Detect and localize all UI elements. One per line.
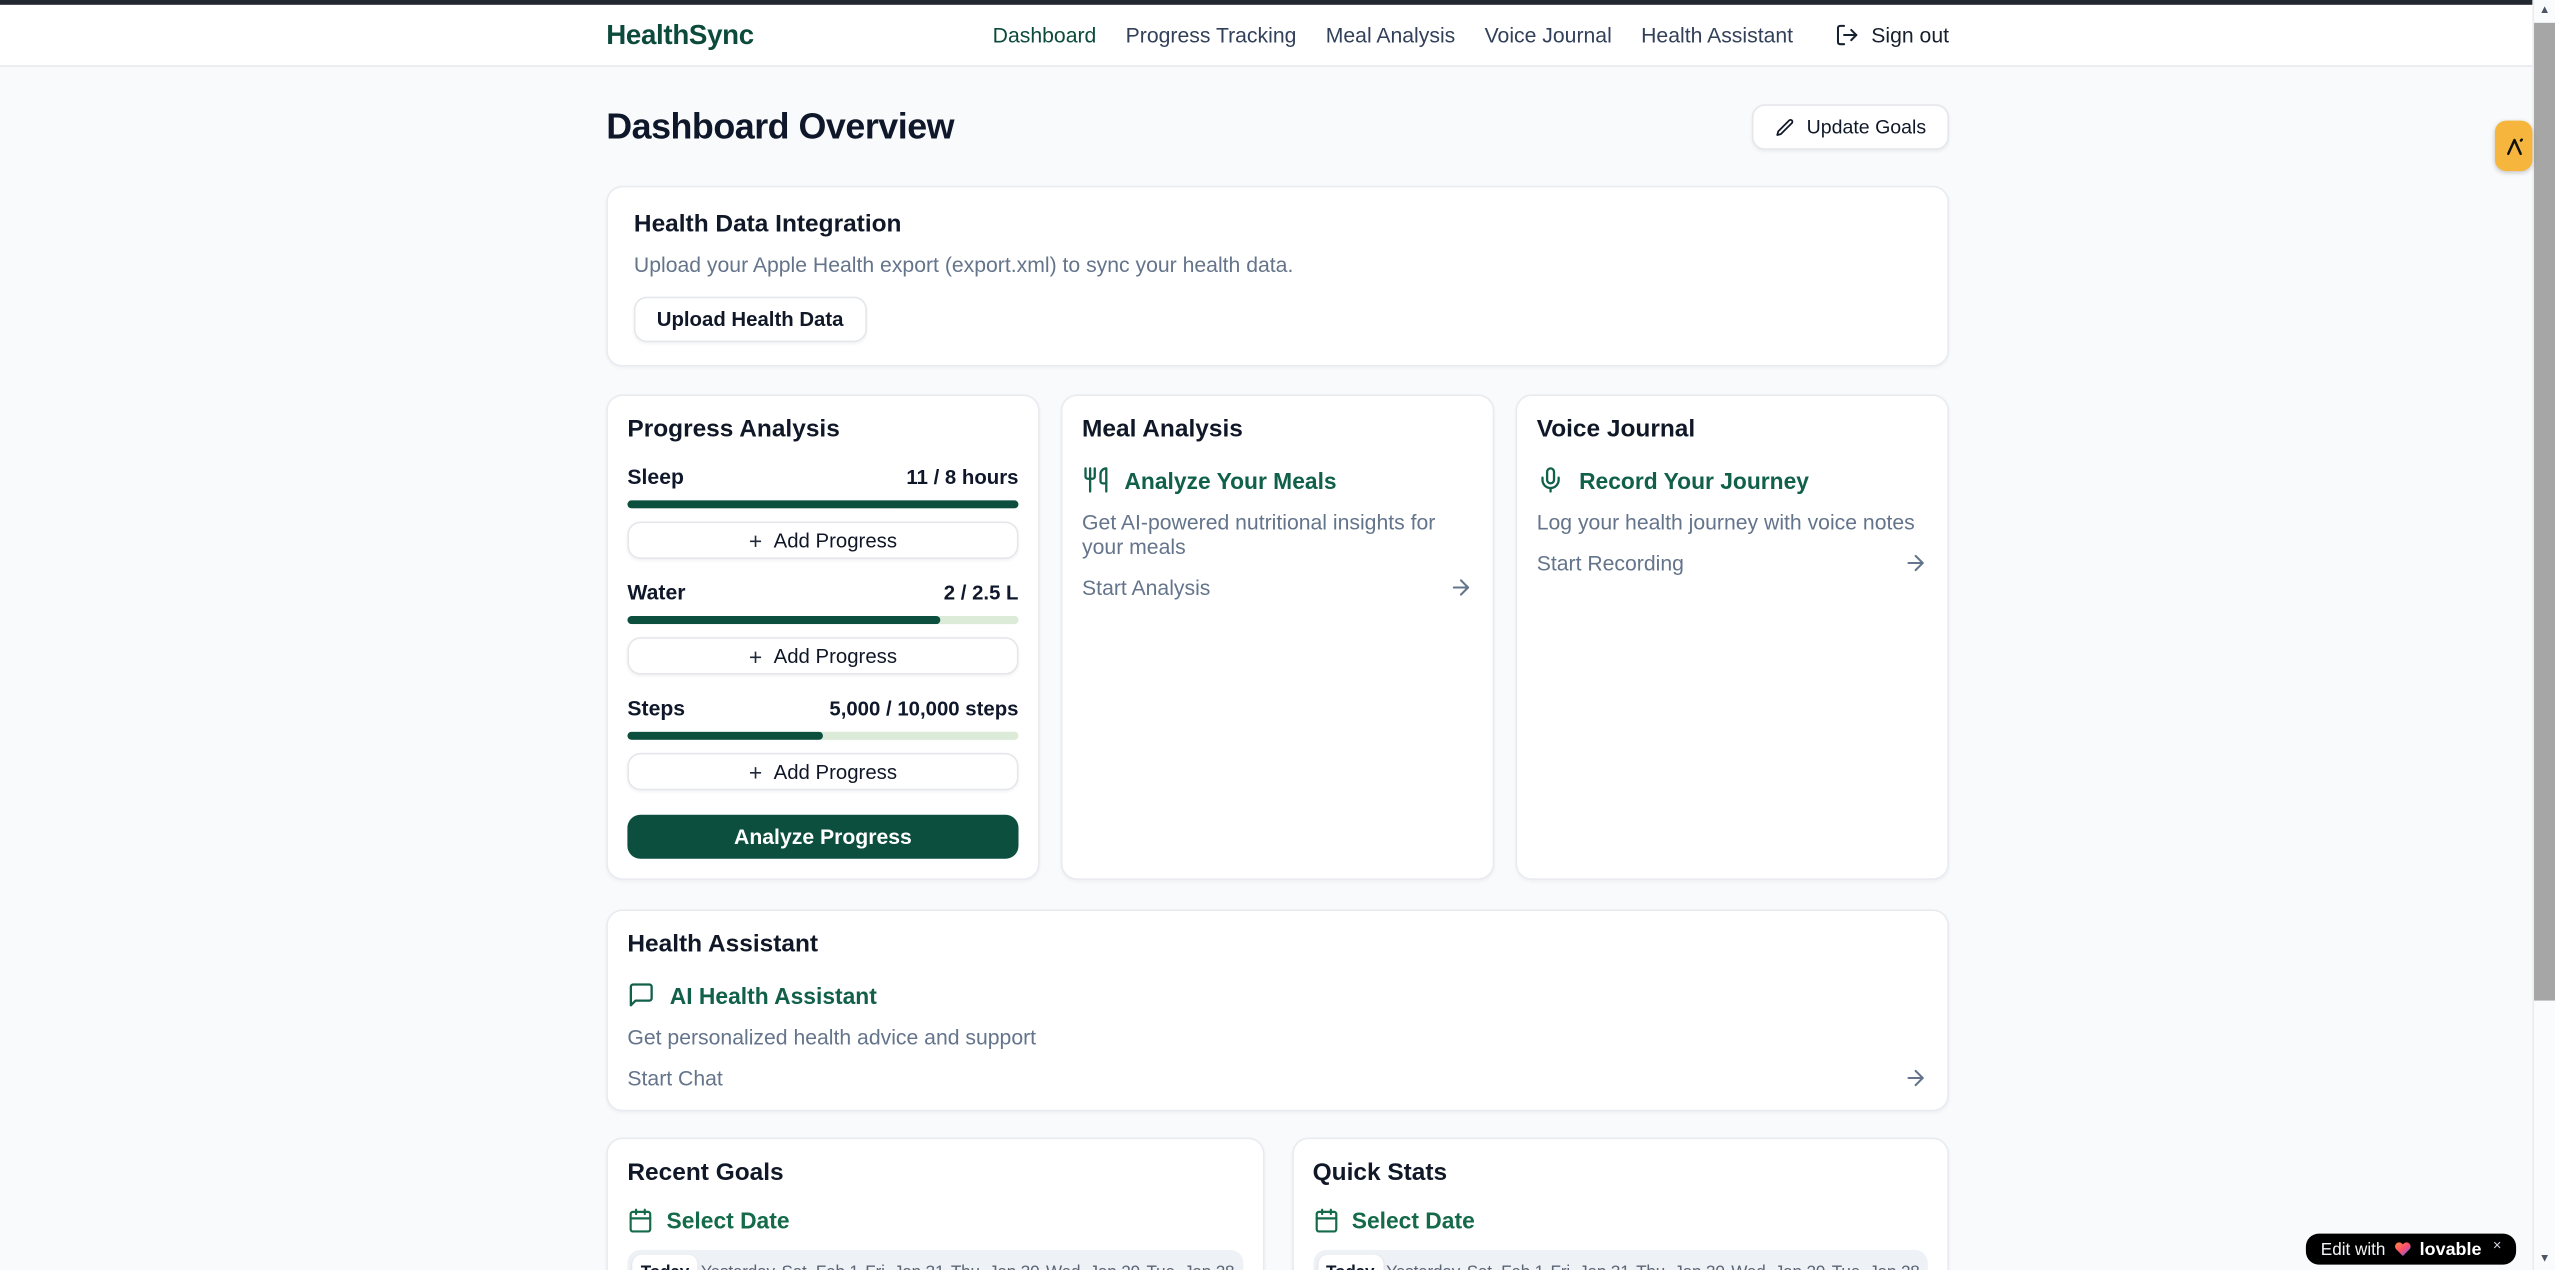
vertical-scrollbar[interactable]: ▲ ▼ xyxy=(2532,0,2555,1270)
tab-fri-jan-31[interactable]: Fri, Jan 31 xyxy=(862,1255,948,1270)
add-water-progress-button[interactable]: + Add Progress xyxy=(627,637,1018,674)
nav-item-health-assistant[interactable]: Health Assistant xyxy=(1641,23,1793,47)
recent-goals-card: Recent Goals Select Date Today Yesterday… xyxy=(606,1137,1264,1270)
badge-close-icon[interactable]: × xyxy=(2493,1234,2502,1254)
tab-today[interactable]: Today xyxy=(1318,1255,1383,1270)
sleep-metric: Sleep 11 / 8 hours + Add Progress xyxy=(627,464,1018,559)
tab-thu-jan-30[interactable]: Thu, Jan 30 xyxy=(1633,1255,1728,1270)
nav-item-meal-analysis[interactable]: Meal Analysis xyxy=(1326,23,1456,47)
voice-journal-card: Voice Journal Record Your Journey Log yo… xyxy=(1516,394,1949,880)
ai-health-assistant-link[interactable]: AI Health Assistant xyxy=(627,981,1927,1009)
analyze-progress-button[interactable]: Analyze Progress xyxy=(627,815,1018,859)
tab-thu-jan-30[interactable]: Thu, Jan 30 xyxy=(948,1255,1043,1270)
integration-title: Health Data Integration xyxy=(634,210,1921,238)
browser-viewport: HealthSync Dashboard Progress Tracking M… xyxy=(0,0,2555,1270)
utensils-icon xyxy=(1082,466,1110,494)
quick-stats-date-tabs: Today Yesterday Sat, Feb 1 Fri, Jan 31 T… xyxy=(1313,1250,1928,1270)
arrow-right-icon xyxy=(1903,551,1927,575)
update-goals-button[interactable]: Update Goals xyxy=(1751,104,1949,150)
sign-out-label: Sign out xyxy=(1871,23,1949,47)
app-header: HealthSync Dashboard Progress Tracking M… xyxy=(0,5,2555,67)
lambda-logo-icon xyxy=(2502,134,2525,157)
tab-sat-feb-1[interactable]: Sat, Feb 1 xyxy=(778,1255,862,1270)
nav-item-dashboard[interactable]: Dashboard xyxy=(993,23,1097,47)
steps-progress-bar xyxy=(627,732,1018,740)
scrollbar-thumb[interactable] xyxy=(2534,23,2555,1001)
tab-sat-feb-1[interactable]: Sat, Feb 1 xyxy=(1463,1255,1547,1270)
steps-metric: Steps 5,000 / 10,000 steps + Add Progres… xyxy=(627,696,1018,791)
sleep-progress-bar xyxy=(627,500,1018,508)
sleep-label: Sleep xyxy=(627,464,684,488)
tab-yesterday[interactable]: Yesterday xyxy=(1383,1255,1464,1270)
calendar-icon xyxy=(627,1208,653,1234)
brand-logo[interactable]: HealthSync xyxy=(606,19,754,52)
steps-value: 5,000 / 10,000 steps xyxy=(829,697,1018,720)
edit-with-lovable-badge[interactable]: Edit with lovable × xyxy=(2306,1234,2516,1265)
plus-icon: + xyxy=(749,645,762,668)
progress-analysis-title: Progress Analysis xyxy=(627,416,1018,444)
tab-tue-jan-28[interactable]: Tue, Jan 28 xyxy=(1828,1255,1922,1270)
tab-yesterday[interactable]: Yesterday xyxy=(698,1255,779,1270)
health-assistant-title: Health Assistant xyxy=(627,931,1927,959)
microphone-icon xyxy=(1537,466,1565,494)
nav-item-voice-journal[interactable]: Voice Journal xyxy=(1485,23,1612,47)
sign-out-button[interactable]: Sign out xyxy=(1835,23,1949,47)
start-analysis-action[interactable]: Start Analysis xyxy=(1082,575,1473,599)
dashboard-main: Dashboard Overview Update Goals Health D… xyxy=(606,67,1949,1270)
steps-label: Steps xyxy=(627,696,685,720)
quick-stats-card: Quick Stats Select Date Today Yesterday … xyxy=(1291,1137,1949,1270)
chat-bubble-icon xyxy=(627,981,655,1009)
arrow-right-icon xyxy=(1449,575,1473,599)
scroll-up-arrow[interactable]: ▲ xyxy=(2534,3,2555,19)
health-assistant-description: Get personalized health advice and suppo… xyxy=(627,1025,1927,1049)
voice-journal-title: Voice Journal xyxy=(1537,416,1928,444)
start-recording-action[interactable]: Start Recording xyxy=(1537,551,1928,575)
add-sleep-progress-button[interactable]: + Add Progress xyxy=(627,521,1018,558)
arrow-right-icon xyxy=(1903,1066,1927,1090)
nav-item-progress-tracking[interactable]: Progress Tracking xyxy=(1126,23,1297,47)
quick-stats-select-date[interactable]: Select Date xyxy=(1313,1208,1928,1234)
main-nav: Dashboard Progress Tracking Meal Analysi… xyxy=(993,23,1949,47)
scroll-down-arrow[interactable]: ▼ xyxy=(2534,1252,2555,1268)
tab-wed-jan-29[interactable]: Wed, Jan 29 xyxy=(1043,1255,1144,1270)
water-metric: Water 2 / 2.5 L + Add Progress xyxy=(627,580,1018,675)
meal-analysis-card: Meal Analysis Analyze Your Meals Get AI-… xyxy=(1061,394,1494,880)
gradient-heart-icon xyxy=(2394,1240,2412,1258)
progress-analysis-card: Progress Analysis Sleep 11 / 8 hours + A… xyxy=(606,394,1039,880)
calendar-icon xyxy=(1313,1208,1339,1234)
start-chat-action[interactable]: Start Chat xyxy=(627,1066,1927,1090)
plus-icon: + xyxy=(749,760,762,783)
water-label: Water xyxy=(627,580,685,604)
meal-analysis-title: Meal Analysis xyxy=(1082,416,1473,444)
voice-journal-description: Log your health journey with voice notes xyxy=(1537,510,1928,534)
record-your-journey-link[interactable]: Record Your Journey xyxy=(1537,466,1928,494)
quick-stats-title: Quick Stats xyxy=(1313,1159,1928,1187)
tab-tue-jan-28[interactable]: Tue, Jan 28 xyxy=(1143,1255,1237,1270)
water-progress-bar xyxy=(627,616,1018,624)
tab-fri-jan-31[interactable]: Fri, Jan 31 xyxy=(1547,1255,1633,1270)
recent-goals-select-date[interactable]: Select Date xyxy=(627,1208,1242,1234)
page-title: Dashboard Overview xyxy=(606,106,954,148)
sleep-value: 11 / 8 hours xyxy=(906,465,1018,488)
water-value: 2 / 2.5 L xyxy=(944,581,1019,604)
upload-health-data-button[interactable]: Upload Health Data xyxy=(634,297,866,343)
integration-description: Upload your Apple Health export (export.… xyxy=(634,253,1921,277)
log-out-icon xyxy=(1835,23,1859,47)
tab-wed-jan-29[interactable]: Wed, Jan 29 xyxy=(1728,1255,1829,1270)
analyze-your-meals-link[interactable]: Analyze Your Meals xyxy=(1082,466,1473,494)
meal-analysis-description: Get AI-powered nutritional insights for … xyxy=(1082,510,1473,559)
plus-icon: + xyxy=(749,529,762,552)
pencil-icon xyxy=(1774,117,1795,138)
recent-goals-title: Recent Goals xyxy=(627,1159,1242,1187)
dev-widget-button[interactable] xyxy=(2495,121,2532,172)
health-assistant-card: Health Assistant AI Health Assistant Get… xyxy=(606,909,1949,1111)
add-steps-progress-button[interactable]: + Add Progress xyxy=(627,753,1018,790)
health-data-integration-card: Health Data Integration Upload your Appl… xyxy=(606,186,1949,367)
recent-goals-date-tabs: Today Yesterday Sat, Feb 1 Fri, Jan 31 T… xyxy=(627,1250,1242,1270)
tab-today[interactable]: Today xyxy=(632,1255,697,1270)
